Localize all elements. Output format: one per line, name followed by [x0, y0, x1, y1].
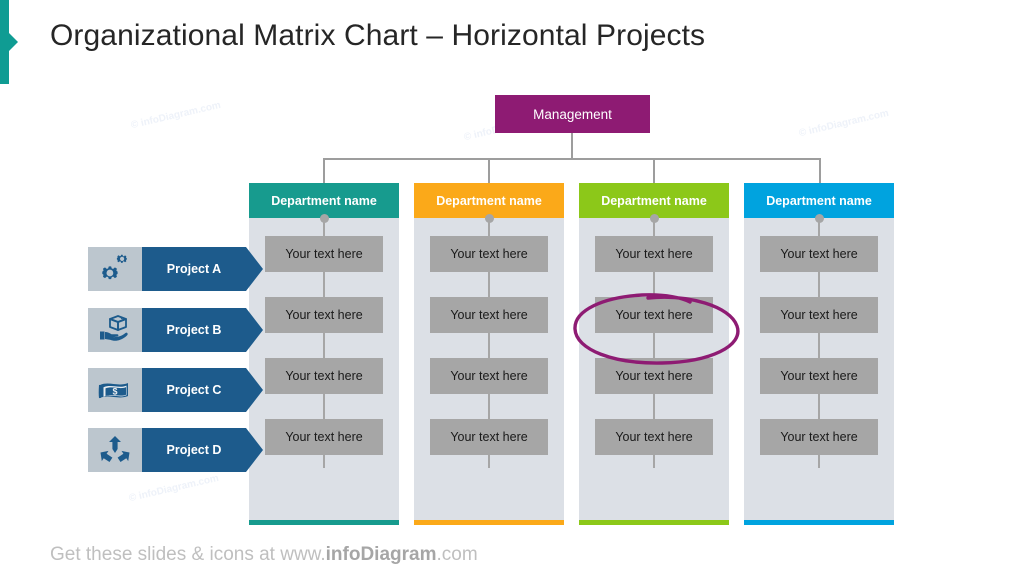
project-label: Project C — [142, 368, 246, 412]
left-accent-bar — [0, 0, 9, 84]
gears-icon — [88, 247, 142, 291]
watermark: © infoDiagram.com — [127, 472, 220, 505]
department-body-3: Your text here Your text here Your text … — [579, 214, 729, 520]
department-footer-accent-2 — [414, 520, 564, 525]
matrix-cell[interactable]: Your text here — [760, 419, 878, 455]
department-label: Department name — [601, 193, 707, 208]
matrix-cell[interactable]: Your text here — [430, 419, 548, 455]
matrix-cell[interactable]: Your text here — [760, 236, 878, 272]
project-label: Project B — [142, 308, 246, 352]
banknote-dollar-icon: $ — [88, 368, 142, 412]
footer-prefix: Get these slides & icons at www. — [50, 544, 326, 565]
project-label-text: Project C — [166, 383, 222, 397]
project-arrow-tip — [246, 308, 263, 352]
matrix-cell[interactable]: Your text here — [430, 297, 548, 333]
svg-text:$: $ — [112, 386, 117, 396]
department-label: Department name — [271, 193, 377, 208]
department-footer-accent-3 — [579, 520, 729, 525]
department-footer-accent-1 — [249, 520, 399, 525]
column-connector-dot — [484, 214, 494, 223]
matrix-cell[interactable]: Your text here — [595, 358, 713, 394]
matrix-cell[interactable]: Your text here — [595, 419, 713, 455]
matrix-cell[interactable]: Your text here — [595, 236, 713, 272]
department-column-4: Department name Your text here Your text… — [744, 183, 894, 525]
department-header-2[interactable]: Department name — [414, 183, 564, 218]
hand-holding-box-icon — [88, 308, 142, 352]
project-label: Project D — [142, 428, 246, 472]
matrix-cell[interactable]: Your text here — [265, 419, 383, 455]
footer-suffix: .com — [436, 544, 478, 565]
department-body-4: Your text here Your text here Your text … — [744, 214, 894, 520]
department-header-3[interactable]: Department name — [579, 183, 729, 218]
department-header-1[interactable]: Department name — [249, 183, 399, 218]
column-connector-dot — [649, 214, 659, 223]
matrix-cell[interactable]: Your text here — [265, 358, 383, 394]
column-connector-dot — [814, 214, 824, 223]
management-label: Management — [533, 106, 612, 122]
watermark: © infoDiagram.com — [129, 99, 222, 132]
department-column-2: Department name Your text here Your text… — [414, 183, 564, 525]
matrix-cell[interactable]: Your text here — [430, 236, 548, 272]
management-node[interactable]: Management — [495, 95, 650, 133]
department-label: Department name — [766, 193, 872, 208]
department-column-1: Department name Your text here Your text… — [249, 183, 399, 525]
footer-brand: infoDiagram — [325, 544, 437, 565]
department-column-3: Department name Your text here Your text… — [579, 183, 729, 525]
project-arrow-tip — [246, 247, 263, 291]
project-label-text: Project B — [166, 323, 222, 337]
matrix-cell[interactable]: Your text here — [265, 297, 383, 333]
connector-management-stem — [571, 133, 573, 159]
matrix-cell[interactable]: Your text here — [265, 236, 383, 272]
footer-credit: Get these slides & icons at www.infoDiag… — [50, 544, 478, 566]
column-connector-dot — [319, 214, 329, 223]
project-label-text: Project D — [166, 443, 222, 457]
matrix-cell[interactable]: Your text here — [430, 358, 548, 394]
diverging-arrows-icon — [88, 428, 142, 472]
department-body-2: Your text here Your text here Your text … — [414, 214, 564, 520]
watermark: © infoDiagram.com — [797, 107, 890, 140]
department-footer-accent-4 — [744, 520, 894, 525]
matrix-cell[interactable]: Your text here — [760, 358, 878, 394]
project-label-text: Project A — [166, 262, 222, 276]
project-label: Project A — [142, 247, 246, 291]
project-arrow-tip — [246, 428, 263, 472]
connector-drop-4 — [819, 158, 821, 184]
department-header-4[interactable]: Department name — [744, 183, 894, 218]
department-body-1: Your text here Your text here Your text … — [249, 214, 399, 520]
page-title: Organizational Matrix Chart – Horizontal… — [50, 19, 706, 52]
matrix-cell-highlighted[interactable]: Your text here — [595, 297, 713, 333]
connector-drop-3 — [653, 158, 655, 184]
project-arrow-tip — [246, 368, 263, 412]
department-label: Department name — [436, 193, 542, 208]
connector-drop-2 — [488, 158, 490, 184]
connector-horizontal-bus — [323, 158, 821, 160]
left-accent-pointer-icon — [9, 33, 18, 51]
connector-drop-1 — [323, 158, 325, 184]
slide-canvas: Organizational Matrix Chart – Horizontal… — [0, 0, 1024, 576]
matrix-cell[interactable]: Your text here — [760, 297, 878, 333]
